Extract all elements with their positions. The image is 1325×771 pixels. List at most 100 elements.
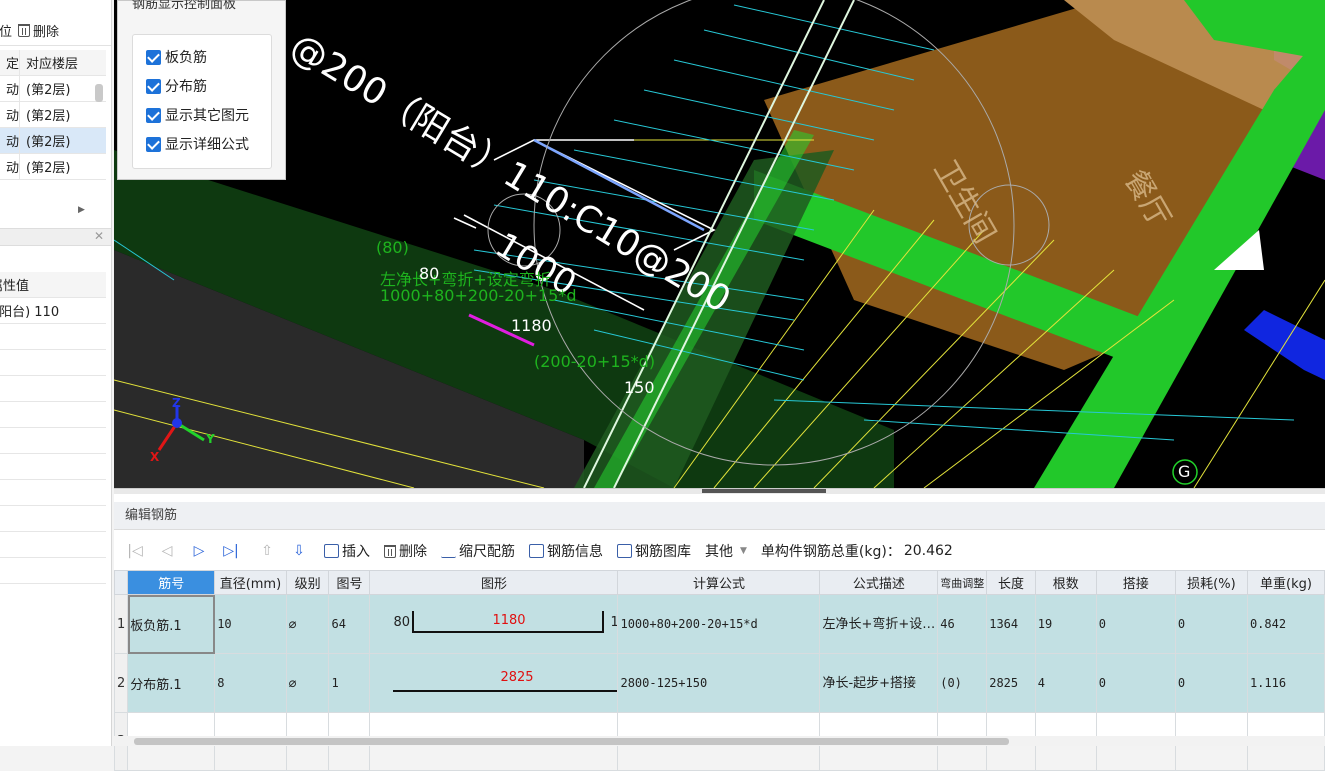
property-row[interactable] — [0, 480, 106, 506]
scrollbar-thumb[interactable] — [134, 738, 1009, 745]
grid-row[interactable]: 动 (第2层) — [0, 154, 106, 180]
cell-bend[interactable]: 46 — [937, 594, 988, 654]
shape-right: 150 — [610, 615, 618, 630]
grid-row[interactable]: 动 (第2层) — [0, 76, 106, 102]
cell-formula[interactable]: 1000+80+200-20+15*d — [617, 594, 821, 654]
bars-icon — [441, 544, 456, 558]
cell-shape[interactable]: 2825 — [369, 653, 619, 713]
cell-lap[interactable]: 0 — [1095, 653, 1176, 713]
cell-name[interactable]: 板负筋.1 — [127, 594, 216, 654]
property-row[interactable] — [0, 428, 106, 454]
cell-name[interactable]: 分布筋.1 — [127, 653, 216, 713]
first-record-icon[interactable]: |◁ — [124, 543, 146, 559]
left-scrollbar-thumb[interactable] — [95, 84, 103, 102]
checkbox-checked-icon[interactable] — [146, 136, 161, 152]
checkbox-checked-icon[interactable] — [146, 78, 161, 94]
cell-length[interactable]: 2825 — [986, 653, 1036, 713]
property-row[interactable] — [0, 402, 106, 428]
locate-button[interactable]: 定位 — [0, 21, 12, 40]
grid-row[interactable]: 动 (第2层) — [0, 102, 106, 128]
close-icon[interactable]: ✕ — [94, 229, 104, 243]
property-row[interactable] — [0, 376, 106, 402]
cad-viewport[interactable]: @200（阳台）110:C10@200 1000 (80) 左净长+弯折+设定弯… — [114, 0, 1325, 488]
scroll-right-arrow-icon[interactable]: ▶ — [78, 205, 85, 215]
move-up-icon[interactable]: ⇧ — [256, 543, 278, 559]
row-index[interactable]: 2 — [113, 653, 129, 713]
cell-shape[interactable]: 80 1180 150 — [369, 594, 619, 654]
cell-loss[interactable]: 0 — [1174, 653, 1248, 713]
scale-rebar-button[interactable]: 缩尺配筋 — [441, 541, 515, 561]
checkbox-checked-icon[interactable] — [146, 49, 161, 65]
delete-button[interactable]: 删除 — [384, 541, 427, 561]
col-header[interactable]: 直径(mm) — [214, 570, 287, 595]
col-header[interactable]: 根数 — [1034, 570, 1097, 595]
horizontal-scrollbar[interactable] — [114, 736, 1325, 746]
splitter-grip[interactable] — [702, 489, 826, 493]
col-header[interactable]: 公式描述 — [819, 570, 939, 595]
option-distribution-rebar[interactable]: 分布筋 — [146, 76, 207, 96]
cell-diameter[interactable]: 10 — [214, 594, 287, 654]
cell-grade[interactable]: ⌀ — [285, 653, 330, 713]
table-row[interactable]: 2 分布筋.1 8 ⌀ 1 2825 2800-125+150 净长-起步+搭接… — [113, 653, 1325, 713]
property-row[interactable] — [0, 506, 106, 532]
col-header[interactable]: 损耗(%) — [1174, 570, 1248, 595]
cell-bend[interactable]: (0) — [937, 653, 988, 713]
property-row[interactable] — [0, 558, 106, 584]
grid-cell: 动 — [0, 102, 20, 127]
cell-description[interactable]: 净长-起步+搭接 — [819, 653, 939, 713]
next-record-icon[interactable]: ▷ — [188, 543, 210, 559]
cell-grade[interactable]: ⌀ — [285, 594, 330, 654]
move-down-icon[interactable]: ⇩ — [288, 543, 310, 559]
prev-record-icon[interactable]: ◁ — [156, 543, 178, 559]
col-header[interactable]: 单重(kg) — [1246, 570, 1325, 595]
rebar-info-button[interactable]: 钢筋信息 — [529, 541, 603, 561]
property-row[interactable] — [0, 454, 106, 480]
col-header[interactable]: 级别 — [285, 570, 330, 595]
other-menu[interactable]: 其他 ▼ — [705, 541, 747, 561]
table-row[interactable]: 1 板负筋.1 10 ⌀ 64 80 1180 150 1000+80+200-… — [113, 594, 1325, 654]
panel-title: 钢筋显示控制面板 — [132, 0, 237, 12]
rebar-library-button[interactable]: 钢筋图库 — [617, 541, 691, 561]
col-header[interactable]: 弯曲调整 — [937, 570, 988, 595]
delete-component-button[interactable]: 删除 — [18, 21, 59, 40]
property-row[interactable] — [0, 324, 106, 350]
cell-diameter[interactable]: 8 — [214, 653, 287, 713]
option-show-formula[interactable]: 显示详细公式 — [146, 134, 249, 154]
cell-length[interactable]: 1364 — [986, 594, 1036, 654]
option-negative-rebar[interactable]: 板负筋 — [146, 47, 207, 67]
last-record-icon[interactable]: ▷| — [220, 543, 242, 559]
option-show-other[interactable]: 显示其它图元 — [146, 105, 249, 125]
col-header[interactable]: 长度 — [986, 570, 1036, 595]
property-row[interactable]: (阳台) 110 — [0, 298, 106, 324]
grid-header-col1: 定 — [0, 50, 20, 75]
delete-label: 删除 — [33, 25, 60, 40]
grid-row-selected[interactable]: 动 (第2层) — [0, 128, 106, 154]
property-header: 属性值 — [0, 272, 106, 298]
col-header[interactable]: 筋号 — [127, 570, 216, 595]
component-grid: 定 对应楼层 动 (第2层) 动 (第2层) 动 (第2层) 动 (第2层) — [0, 50, 106, 180]
col-header[interactable]: 计算公式 — [617, 570, 821, 595]
cell-figure[interactable]: 1 — [328, 653, 371, 713]
display-control-panel: 钢筋显示控制面板 板负筋 分布筋 显示其它图元 显示详细公式 — [117, 0, 286, 180]
checkbox-checked-icon[interactable] — [146, 107, 161, 123]
property-row[interactable] — [0, 532, 106, 558]
row-index[interactable]: 1 — [113, 594, 129, 654]
cell-loss[interactable]: 0 — [1174, 594, 1248, 654]
cell-figure[interactable]: 64 — [328, 594, 371, 654]
cell-formula[interactable]: 2800-125+150 — [617, 653, 821, 713]
cell-lap[interactable]: 0 — [1095, 594, 1176, 654]
property-row[interactable] — [0, 350, 106, 376]
col-header[interactable]: 搭接 — [1095, 570, 1176, 595]
cell-count[interactable]: 4 — [1034, 653, 1097, 713]
cell-weight[interactable]: 0.842 — [1246, 594, 1325, 654]
col-header[interactable]: 图形 — [369, 570, 619, 595]
col-header[interactable]: 图号 — [328, 570, 371, 595]
grid-header-col2: 对应楼层 — [26, 57, 79, 72]
editor-title: 编辑钢筋 — [114, 502, 1325, 530]
cell-count[interactable]: 19 — [1034, 594, 1097, 654]
rebar-shape-64: 80 1180 150 — [372, 596, 618, 653]
cell-weight[interactable]: 1.116 — [1246, 653, 1325, 713]
cell-description[interactable]: 左净长+弯折+设… — [819, 594, 939, 654]
other-label: 其他 — [705, 544, 733, 560]
insert-button[interactable]: 插入 — [324, 541, 370, 561]
